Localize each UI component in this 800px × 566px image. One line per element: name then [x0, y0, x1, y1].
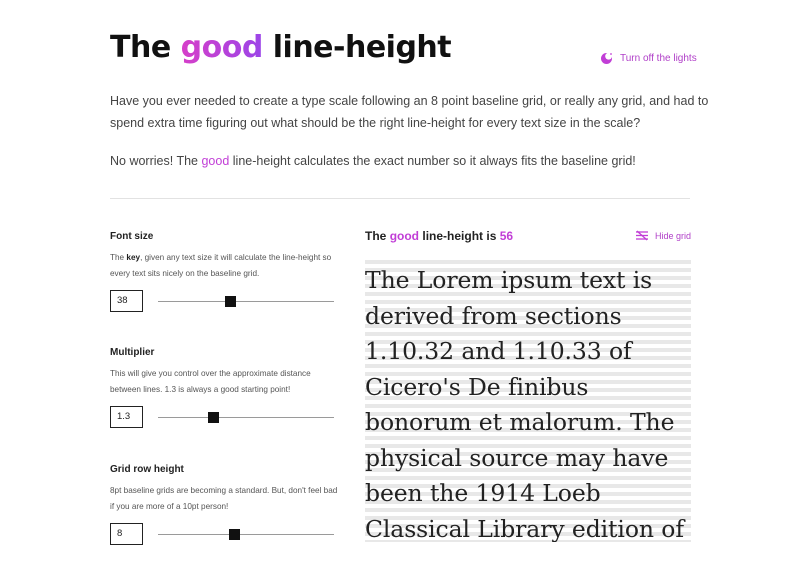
multiplier-slider-track: [158, 417, 334, 418]
intro-text-before: No worries! The: [110, 154, 198, 168]
font-size-desc-after: , given any text size it will calculate …: [110, 253, 332, 278]
title-suffix: line-height: [272, 30, 452, 65]
font-size-desc-before: The: [110, 253, 125, 262]
preview-text: The Lorem ipsum text is derived from sec…: [365, 266, 684, 542]
section-divider: [110, 198, 690, 199]
font-size-slider-thumb[interactable]: [225, 296, 237, 307]
result-accent: good: [389, 229, 420, 243]
intro-text-after: line-height calculates the exact number …: [232, 154, 636, 168]
font-size-desc-key: key: [126, 253, 141, 262]
grid-row-height-slider-thumb[interactable]: [228, 529, 240, 540]
multiplier-input[interactable]: 1.3: [110, 406, 143, 428]
font-size-slider-track: [158, 301, 334, 302]
result-middle: line-height is: [422, 229, 497, 243]
title-accent: good: [180, 30, 264, 65]
intro-paragraph-1: Have you ever needed to create a type sc…: [110, 94, 709, 130]
font-size-input[interactable]: 38: [110, 290, 143, 312]
grid-row-height-title: Grid row height: [110, 464, 184, 475]
lights-toggle-label: Turn off the lights: [620, 53, 697, 64]
multiplier-slider[interactable]: [158, 412, 334, 423]
hide-grid-button[interactable]: Hide grid: [635, 230, 691, 241]
multiplier-slider-thumb[interactable]: [207, 412, 219, 423]
preview-area: The Lorem ipsum text is derived from sec…: [365, 260, 691, 542]
font-size-description: The key, given any text size it will cal…: [110, 250, 340, 281]
result-value: 56: [499, 229, 514, 243]
grid-row-height-description: 8pt baseline grids are becoming a standa…: [110, 486, 338, 511]
intro-accent: good: [201, 154, 230, 168]
grid-hide-icon: [635, 230, 649, 241]
intro-paragraph-2: No worries! The good line-height calcula…: [110, 150, 710, 172]
title-prefix: The: [110, 30, 171, 65]
font-size-slider[interactable]: [158, 296, 334, 307]
hide-grid-label: Hide grid: [655, 230, 692, 241]
result-prefix: The: [365, 229, 387, 243]
grid-row-height-input[interactable]: 8: [110, 523, 143, 545]
font-size-title: Font size: [110, 231, 154, 242]
moon-icon: [600, 52, 613, 65]
result-heading: The good line-height is 56: [365, 229, 513, 243]
multiplier-description: This will give you control over the appr…: [110, 369, 311, 394]
multiplier-title: Multiplier: [110, 347, 155, 358]
page-title: The good line-height: [110, 30, 452, 65]
grid-row-height-slider-track: [158, 534, 334, 535]
lights-toggle-button[interactable]: Turn off the lights: [600, 52, 697, 65]
grid-row-height-slider[interactable]: [158, 529, 334, 540]
